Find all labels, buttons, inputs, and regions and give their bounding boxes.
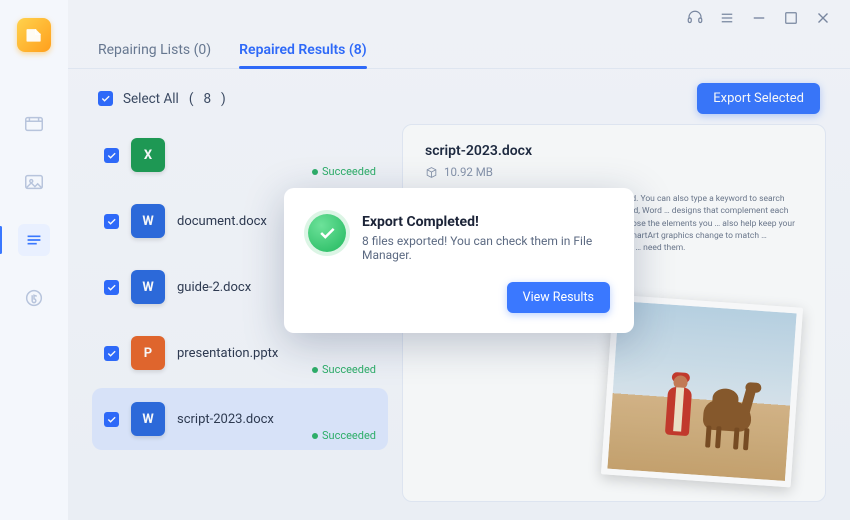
sidebar	[0, 0, 68, 520]
dialog-message: 8 files exported! You can check them in …	[362, 234, 610, 262]
app-logo	[17, 18, 51, 52]
nav-image-icon[interactable]	[18, 166, 50, 198]
export-completed-dialog: Export Completed! 8 files exported! You …	[284, 188, 634, 333]
dialog-title: Export Completed!	[362, 214, 610, 230]
success-check-icon	[308, 214, 346, 252]
view-results-button[interactable]: View Results	[507, 282, 610, 313]
app-window: Repairing Lists (0) Repaired Results (8)…	[0, 0, 850, 520]
nav-video-icon[interactable]	[18, 108, 50, 140]
nav-audio-icon[interactable]	[18, 282, 50, 314]
modal-overlay[interactable]: Export Completed! 8 files exported! You …	[68, 0, 850, 520]
nav-document-icon[interactable]	[18, 224, 50, 256]
main-panel: Repairing Lists (0) Repaired Results (8)…	[68, 0, 850, 520]
